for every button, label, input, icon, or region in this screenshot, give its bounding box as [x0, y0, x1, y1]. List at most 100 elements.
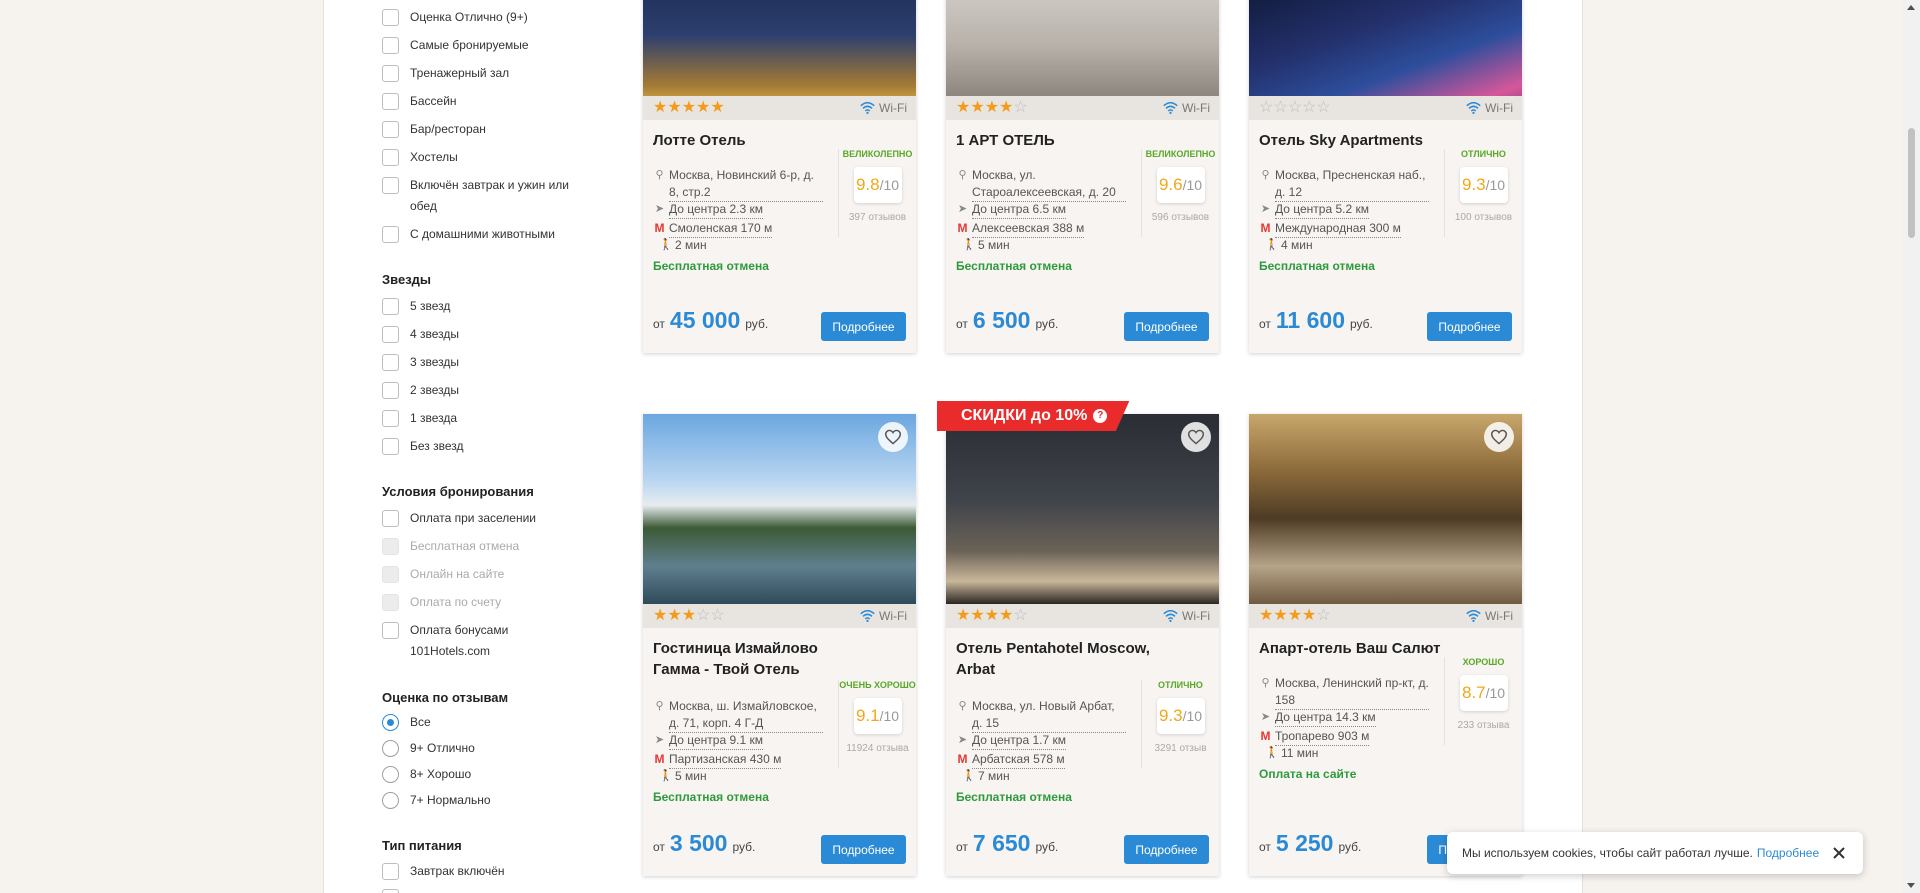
checkbox[interactable] [382, 410, 399, 427]
close-icon[interactable] [1831, 845, 1847, 861]
hotel-card[interactable]: СКИДКИ до 10%? ★★★★☆ Wi-Fi Отель Pentahotel… [937, 401, 1219, 876]
details-button[interactable]: Подробнее [821, 312, 906, 341]
filter-reviews-7[interactable]: 7+ Нормально [382, 792, 602, 811]
hotel-name[interactable]: Апарт-отель Ваш Салют [1259, 638, 1459, 659]
hotel-photo[interactable] [946, 414, 1219, 604]
metro-station[interactable]: M Международная 300 м [1259, 220, 1429, 238]
review-score[interactable]: великолепно 9.6/10 596 отзывов [1141, 149, 1219, 237]
checkbox[interactable] [382, 121, 399, 138]
metro-station[interactable]: M Тропарево 903 м [1259, 728, 1429, 746]
filter-pets[interactable]: С домашними животными [382, 226, 602, 245]
radio[interactable] [382, 766, 399, 783]
details-button[interactable]: Подробнее [1427, 312, 1512, 341]
hotel-card[interactable]: ★★★☆☆ Wi-Fi Гостиница Измайлово Гамма - Тв… [643, 414, 916, 876]
filter-most-booked[interactable]: Самые бронируемые [382, 37, 602, 56]
favorite-heart-icon[interactable] [1484, 422, 1514, 452]
distance-to-center[interactable]: ➤ До центра 6.5 км [956, 201, 1126, 219]
details-button[interactable]: Подробнее [1124, 312, 1209, 341]
hotel-address[interactable]: ⚲ Москва, Новинский 6-р, д. 8, стр.2 [653, 167, 823, 202]
checkbox[interactable] [382, 93, 399, 110]
scroll-down-arrow[interactable] [1907, 883, 1915, 888]
details-button[interactable]: Подробнее [821, 835, 906, 864]
hotel-name[interactable]: Отель Pentahotel Moscow, Arbat [956, 638, 1156, 680]
filter-breakfast[interactable]: Завтрак включён [382, 863, 602, 882]
review-score[interactable]: великолепно 9.8/10 397 отзывов [838, 149, 916, 237]
filter-5-stars[interactable]: 5 звезд [382, 298, 602, 317]
distance-to-center[interactable]: ➤ До центра 2.3 км [653, 201, 823, 219]
hotel-card[interactable]: ★★★★☆ Wi-Fi Апарт-отель Ваш Салют ⚲ Москва, … [1249, 414, 1522, 876]
hotel-card[interactable]: ☆☆☆☆☆ Wi-Fi Отель Sky Apartments ⚲ Москва, П… [1249, 0, 1522, 353]
help-icon[interactable]: ? [1093, 409, 1108, 423]
hotel-address[interactable]: ⚲ Москва, Пресненская наб., д. 12 [1259, 167, 1429, 202]
checkbox[interactable] [382, 37, 399, 54]
scroll-thumb[interactable] [1908, 128, 1915, 238]
scroll-up-arrow[interactable] [1907, 5, 1915, 10]
metro-station[interactable]: M Арбатская 578 м [956, 751, 1126, 769]
cookie-more-link[interactable]: Подробнее [1757, 846, 1819, 860]
filter-4-stars[interactable]: 4 звезды [382, 326, 602, 345]
hotel-card[interactable]: ★★★★☆ Wi-Fi 1 АРТ ОТЕЛЬ ⚲ Москва, ул. Староа… [946, 0, 1219, 353]
checkbox[interactable] [382, 149, 399, 166]
details-button[interactable]: Подробнее [1124, 835, 1209, 864]
filter-breakfast-dinner[interactable]: Включён завтрак и ужин или обед [382, 177, 602, 217]
hotel-address[interactable]: ⚲ Москва, ш. Измайловское, д. 71, корп. 4… [653, 698, 823, 733]
filter-no-stars[interactable]: Без звезд [382, 438, 602, 457]
review-score[interactable]: хорошо 8.7/10 233 отзыва [1444, 657, 1522, 745]
checkbox[interactable] [382, 510, 399, 527]
star-icon: ☆ [1287, 99, 1303, 116]
filter-reviews-9[interactable]: 9+ Отлично [382, 740, 602, 759]
radio[interactable] [382, 792, 399, 809]
filter-reviews-8[interactable]: 8+ Хорошо [382, 766, 602, 785]
filter-reviews-all[interactable]: Все [382, 714, 602, 733]
checkbox[interactable] [382, 889, 399, 893]
filter-gym[interactable]: Тренажерный зал [382, 65, 602, 84]
favorite-heart-icon[interactable] [878, 422, 908, 452]
hotel-card[interactable]: ★★★★★ Wi-Fi Лотте Отель ⚲ Москва, Новинский … [643, 0, 916, 353]
distance-to-center[interactable]: ➤ До центра 5.2 км [1259, 201, 1429, 219]
rating-strip: ★★★☆☆ Wi-Fi [643, 604, 916, 628]
metro-station[interactable]: M Алексеевская 388 м [956, 220, 1126, 238]
hotel-address[interactable]: ⚲ Москва, ул. Староалексеевская, д. 20 [956, 167, 1126, 202]
checkbox[interactable] [382, 622, 399, 639]
checkbox[interactable] [382, 354, 399, 371]
checkbox[interactable] [382, 177, 399, 194]
checkbox[interactable] [382, 438, 399, 455]
filter-bonus-pay[interactable]: Оплата бонусами 101Hotels.com [382, 622, 602, 662]
filter-1-star[interactable]: 1 звезда [382, 410, 602, 429]
filter-pay-on-arrival[interactable]: Оплата при заселении [382, 510, 602, 529]
hotel-name[interactable]: 1 АРТ ОТЕЛЬ [956, 130, 1156, 151]
metro-station[interactable]: M Смоленская 170 м [653, 220, 823, 238]
scrollbar[interactable] [1903, 0, 1920, 893]
distance-to-center[interactable]: ➤ До центра 14.3 км [1259, 709, 1429, 727]
hotel-address[interactable]: ⚲ Москва, ул. Новый Арбат, д. 15 [956, 698, 1126, 733]
filter-3-stars[interactable]: 3 звезды [382, 354, 602, 373]
filter-bar[interactable]: Бар/ресторан [382, 121, 602, 140]
distance-to-center[interactable]: ➤ До центра 9.1 км [653, 732, 823, 750]
checkbox[interactable] [382, 298, 399, 315]
checkbox[interactable] [382, 382, 399, 399]
radio[interactable] [382, 714, 399, 731]
hotel-photo[interactable] [643, 414, 916, 604]
metro-station[interactable]: M Партизанская 430 м [653, 751, 823, 769]
favorite-heart-icon[interactable] [1181, 422, 1211, 452]
checkbox[interactable] [382, 863, 399, 880]
checkbox[interactable] [382, 65, 399, 82]
hotel-name[interactable]: Отель Sky Apartments [1259, 130, 1459, 151]
filter-pool[interactable]: Бассейн [382, 93, 602, 112]
review-score[interactable]: отлично 9.3/10 3291 отзыв [1141, 680, 1219, 768]
review-score[interactable]: отлично 9.3/10 100 отзывов [1444, 149, 1522, 237]
filter-hostels[interactable]: Хостелы [382, 149, 602, 168]
filter-excellent[interactable]: Оценка Отлично (9+) [382, 9, 602, 28]
checkbox[interactable] [382, 9, 399, 26]
hotel-name[interactable]: Гостиница Измайлово Гамма - Твой Отель [653, 638, 853, 680]
discount-badge[interactable]: СКИДКИ до 10%? [937, 401, 1130, 431]
filter-2-stars[interactable]: 2 звезды [382, 382, 602, 401]
checkbox[interactable] [382, 326, 399, 343]
hotel-address[interactable]: ⚲ Москва, Ленинский пр-кт, д. 158 [1259, 675, 1429, 710]
radio[interactable] [382, 740, 399, 757]
distance-to-center[interactable]: ➤ До центра 1.7 км [956, 732, 1126, 750]
checkbox[interactable] [382, 226, 399, 243]
review-score[interactable]: очень хорошо 9.1/10 11924 отзыва [838, 680, 916, 768]
hotel-name[interactable]: Лотте Отель [653, 130, 853, 151]
hotel-photo[interactable] [1249, 414, 1522, 604]
